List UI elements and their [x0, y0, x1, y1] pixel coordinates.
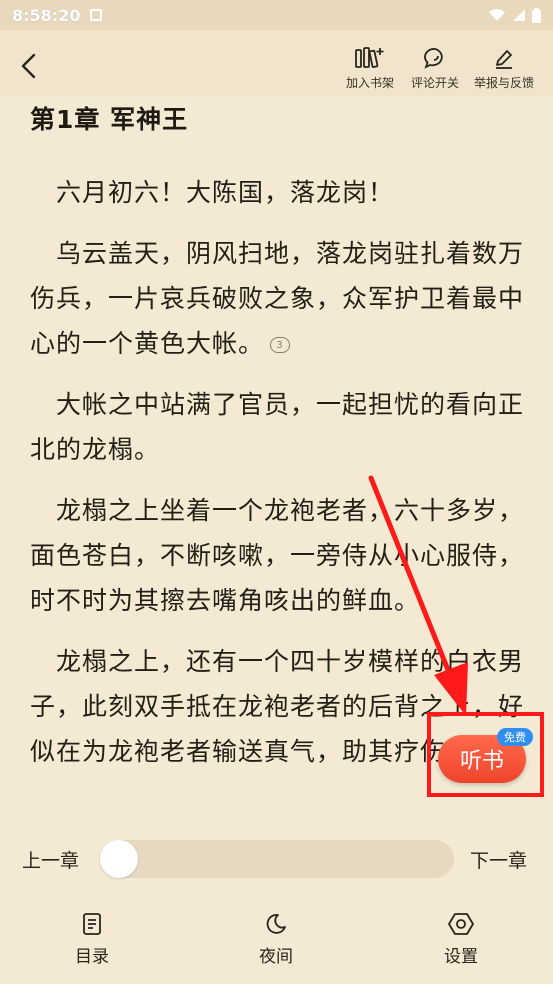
catalog-label: 目录: [75, 947, 109, 967]
comment-toggle-icon: [399, 44, 471, 72]
status-time: 8:58:20: [12, 5, 81, 25]
back-button[interactable]: [14, 52, 42, 80]
comment-toggle-label: 评论开关: [410, 76, 459, 90]
chapter-progress: 上一章 下一章: [0, 830, 553, 890]
reader-bottom-bar: 目录 夜间 设置: [0, 896, 553, 984]
comment-toggle-button[interactable]: 评论开关: [399, 44, 471, 91]
wifi-icon: [489, 9, 505, 21]
progress-track[interactable]: [102, 840, 454, 878]
notification-icon: [90, 9, 103, 21]
report-feedback-icon: [468, 44, 540, 72]
status-bar: 8:58:20: [0, 0, 553, 30]
bookshelf-add-icon: [334, 44, 406, 72]
settings-icon: [421, 910, 501, 938]
paragraph: 大帐之中站满了官员，一起担忧的看向正北的龙榻。: [30, 390, 525, 464]
reader-top-bar: 加入书架 评论开关 举报与反馈: [0, 30, 553, 96]
night-mode-button[interactable]: 夜间: [236, 910, 316, 967]
add-to-bookshelf-button[interactable]: 加入书架: [334, 44, 406, 91]
chapter-title: 第1章 军神王: [30, 105, 189, 134]
prev-chapter-button[interactable]: 上一章: [22, 846, 79, 873]
settings-button[interactable]: 设置: [421, 910, 501, 967]
paragraph: 六月初六！大陈国，落龙岗！: [56, 178, 395, 207]
back-arrow-icon: [21, 53, 36, 79]
paragraph-with-comment: 乌云盖天，阴风扫地，落龙岗驻扎着数万伤兵，一片哀兵破败之象，众军护卫着最中心的一…: [30, 231, 530, 366]
settings-label: 设置: [444, 947, 478, 967]
night-mode-icon: [236, 910, 316, 938]
battery-icon: [532, 7, 541, 23]
catalog-button[interactable]: 目录: [52, 910, 132, 967]
report-feedback-button[interactable]: 举报与反馈: [468, 44, 540, 91]
next-chapter-button[interactable]: 下一章: [470, 846, 527, 873]
catalog-icon: [52, 910, 132, 938]
add-to-bookshelf-label: 加入书架: [345, 76, 394, 90]
paragraph: 龙榻之上坐着一个龙袍老者，六十多岁，面色苍白，不断咳嗽，一旁侍从小心服侍，时不时…: [30, 496, 525, 615]
status-icons: [488, 7, 541, 23]
signal-icon: [513, 9, 525, 21]
night-mode-label: 夜间: [259, 947, 293, 967]
comment-count-badge[interactable]: 3: [270, 337, 291, 353]
free-badge: 免费: [497, 728, 533, 746]
report-feedback-label: 举报与反馈: [473, 76, 534, 90]
progress-knob[interactable]: [100, 840, 138, 878]
